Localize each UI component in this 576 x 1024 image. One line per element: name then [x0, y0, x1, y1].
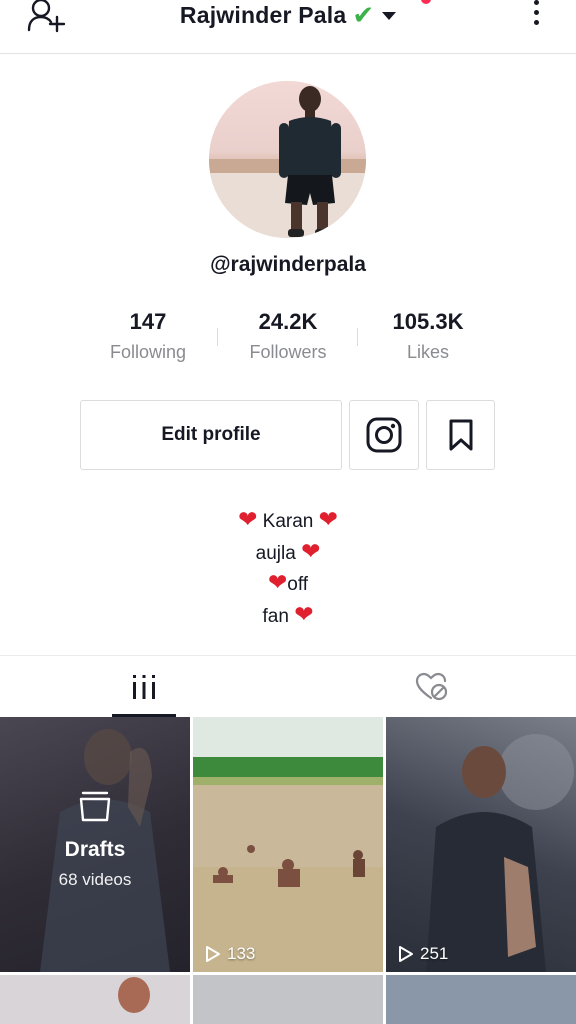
- profile-stats: 147 Following 24.2K Followers 105.3K Lik…: [78, 306, 498, 372]
- heart-icon: ❤: [238, 506, 258, 532]
- video-thumbnail: [118, 977, 150, 1013]
- username: @rajwinderpala: [210, 253, 366, 276]
- more-vertical-icon[interactable]: [526, 0, 546, 30]
- likes-count: 105.3K: [392, 309, 464, 334]
- bio-line-4: fan: [262, 605, 289, 627]
- heart-icon: ❤: [267, 569, 288, 595]
- video-thumbnail: [426, 734, 574, 972]
- bio-line: fan ❤: [0, 600, 576, 632]
- grid-icon: [133, 675, 155, 699]
- instagram-button[interactable]: [349, 400, 419, 470]
- bio-line-3: off: [287, 574, 309, 595]
- avatar[interactable]: [209, 81, 366, 238]
- chevron-down-icon: [382, 12, 397, 20]
- liked-private-icon: [415, 672, 448, 701]
- drafts-count: 68 videos: [58, 870, 132, 889]
- following-count: 147: [129, 309, 167, 334]
- video-tile[interactable]: [0, 975, 190, 1024]
- profile-tabs: [0, 655, 576, 717]
- bio-line: aujla ❤: [0, 537, 576, 569]
- drafts-tile[interactable]: Drafts 68 videos: [0, 717, 190, 972]
- stat-likes[interactable]: 105.3K Likes: [358, 306, 498, 372]
- bio-line-1: Karan: [262, 511, 314, 532]
- play-icon: [206, 946, 220, 962]
- video-thumbnail: [193, 717, 383, 972]
- heart-icon: ❤: [301, 537, 321, 564]
- top-bar: Rajwinder Pala ✔: [0, 0, 576, 54]
- followers-count: 24.2K: [258, 309, 318, 334]
- stat-divider: [357, 328, 358, 346]
- drafts-info: Drafts 68 videos: [0, 789, 190, 890]
- video-tile[interactable]: 133: [193, 717, 383, 972]
- drafts-title: Drafts: [64, 838, 126, 861]
- heart-icon: ❤: [294, 600, 314, 627]
- play-icon: [399, 946, 413, 962]
- video-tile[interactable]: 251: [386, 717, 576, 972]
- view-count-text: 133: [227, 944, 256, 963]
- edit-profile-button[interactable]: Edit profile: [80, 400, 342, 470]
- account-name: Rajwinder Pala: [179, 1, 347, 28]
- stat-following[interactable]: 147 Following: [78, 306, 218, 372]
- drafts-icon: [79, 791, 111, 822]
- view-count-text: 251: [420, 944, 449, 963]
- stat-divider: [217, 328, 218, 346]
- following-label: Following: [109, 342, 187, 362]
- tab-liked[interactable]: [288, 656, 576, 718]
- bookmark-icon: [449, 419, 472, 451]
- stat-followers[interactable]: 24.2K Followers: [218, 306, 358, 372]
- bio-line: ❤off: [0, 568, 576, 600]
- followers-label: Followers: [249, 342, 327, 362]
- view-count: 251: [398, 944, 448, 964]
- favorites-button[interactable]: [426, 400, 495, 470]
- video-tile[interactable]: [386, 975, 576, 1024]
- bio-line: ❤ Karan ❤: [0, 505, 576, 537]
- bio: ❤ Karan ❤ aujla ❤ ❤off fan ❤: [0, 505, 576, 631]
- bio-line-2: aujla: [255, 542, 296, 564]
- tab-videos[interactable]: [0, 656, 288, 718]
- account-switcher[interactable]: Rajwinder Pala ✔: [0, 0, 576, 30]
- profile-screen: Rajwinder Pala ✔ @rajwinderpala 147 Foll…: [0, 0, 576, 1024]
- likes-label: Likes: [406, 342, 450, 362]
- view-count: 133: [205, 944, 255, 964]
- video-tile[interactable]: [193, 975, 383, 1024]
- instagram-icon: [366, 417, 402, 453]
- heart-icon: ❤: [318, 506, 338, 532]
- verified-icon: ✔: [352, 0, 375, 30]
